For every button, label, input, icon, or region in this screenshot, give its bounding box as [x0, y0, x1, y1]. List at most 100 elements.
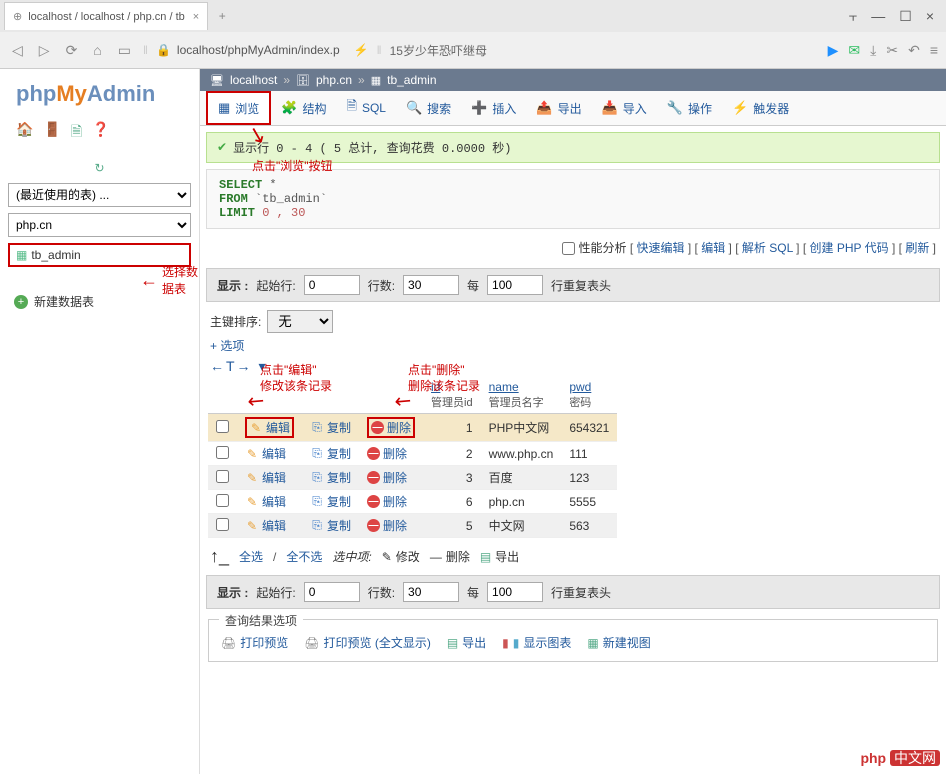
- print-view-full-link[interactable]: 🖨打印预览 (全文显示): [304, 634, 431, 651]
- recent-tables-select[interactable]: (最近使用的表) ...: [8, 183, 191, 207]
- bookmark-icon[interactable]: ▭: [114, 42, 135, 59]
- database-select[interactable]: php.cn: [8, 213, 191, 237]
- rows-label: 行数:: [368, 277, 395, 294]
- tab-close-icon[interactable]: ×: [193, 11, 199, 23]
- browser-tab[interactable]: ⊕ localhost / localhost / php.cn / tb ×: [4, 2, 208, 30]
- row-checkbox[interactable]: [216, 494, 229, 507]
- breadcrumb-database[interactable]: php.cn: [316, 73, 352, 87]
- copy-row-button[interactable]: ⎘复制: [310, 493, 351, 510]
- tab-导出[interactable]: 📤导出: [526, 91, 591, 125]
- start-row-input[interactable]: [304, 582, 360, 602]
- tab-插入[interactable]: ➕插入: [461, 91, 526, 125]
- news-ticker[interactable]: 15岁少年恐吓继母: [390, 42, 487, 59]
- link-解析 SQL[interactable]: 解析 SQL: [742, 241, 793, 255]
- breadcrumb-table[interactable]: tb_admin: [387, 73, 436, 87]
- flash-icon[interactable]: ⚡: [354, 43, 369, 57]
- tab-label: 触发器: [753, 100, 789, 117]
- delete-row-button[interactable]: — 删除: [367, 517, 407, 534]
- reload-icon[interactable]: ↻: [8, 157, 191, 183]
- copy-row-button[interactable]: ⎘复制: [310, 517, 351, 534]
- wechat-icon[interactable]: ✉: [848, 42, 860, 59]
- menu-icon[interactable]: ≡: [930, 42, 938, 58]
- tab-icon: 📤: [536, 100, 552, 116]
- options-toggle[interactable]: + 选项: [210, 337, 936, 354]
- sort-select[interactable]: 无: [267, 310, 333, 333]
- copy-row-button[interactable]: ⎘复制: [310, 445, 351, 462]
- row-checkbox[interactable]: [216, 420, 229, 433]
- profiling-checkbox[interactable]: [562, 242, 575, 255]
- play-icon[interactable]: ▶: [828, 42, 839, 59]
- edit-row-button[interactable]: ✎编辑: [245, 517, 286, 534]
- link-刷新[interactable]: 刷新: [905, 241, 929, 255]
- with-selected-label: 选中项:: [332, 548, 371, 565]
- close-window-icon[interactable]: ×: [926, 8, 934, 25]
- delete-row-button[interactable]: — 删除: [367, 445, 407, 462]
- scissors-icon[interactable]: ✂: [886, 42, 898, 59]
- check-all-link[interactable]: 全选: [239, 548, 263, 565]
- rows-input[interactable]: [403, 275, 459, 295]
- phpmyadmin-logo[interactable]: phpMyAdmin: [8, 77, 191, 117]
- row-checkbox[interactable]: [216, 446, 229, 459]
- uncheck-all-link[interactable]: 全不选: [286, 548, 322, 565]
- url-box[interactable]: 🔒 localhost/phpMyAdmin/index.p: [156, 43, 340, 57]
- query-window-icon[interactable]: 🗎: [71, 121, 82, 145]
- tab-搜索[interactable]: 🔍搜索: [396, 91, 461, 125]
- tab-SQL[interactable]: 🗎SQL: [337, 91, 396, 125]
- logout-icon[interactable]: 🚪: [43, 121, 60, 145]
- pin-icon[interactable]: ⫟: [849, 8, 857, 25]
- home-icon[interactable]: 🏠: [16, 121, 33, 145]
- table-icon: ▦: [371, 74, 381, 87]
- copy-row-button[interactable]: ⎘复制: [310, 469, 351, 486]
- download-icon[interactable]: ⤓: [870, 42, 876, 59]
- cell-pwd: 5555: [561, 490, 617, 514]
- tab-导入[interactable]: 📥导入: [592, 91, 657, 125]
- edit-row-button[interactable]: ✎编辑: [245, 493, 286, 510]
- row-checkbox[interactable]: [216, 470, 229, 483]
- edit-row-button[interactable]: ✎编辑: [245, 469, 286, 486]
- link-创建 PHP 代码[interactable]: 创建 PHP 代码: [809, 241, 888, 255]
- column-header-pwd[interactable]: pwd密码: [561, 377, 617, 414]
- link-快速编辑[interactable]: 快速编辑: [636, 241, 684, 255]
- repeat-headers-input[interactable]: [487, 582, 543, 602]
- sidebar-quick-icons: 🏠 🚪 🗎 ❓: [8, 117, 191, 157]
- minimize-icon[interactable]: —: [871, 8, 885, 25]
- tab-操作[interactable]: 🔧操作: [657, 91, 722, 125]
- column-header-name[interactable]: name管理员名字: [481, 377, 562, 414]
- display-chart-link[interactable]: ▮▮显示图表: [502, 634, 571, 651]
- link-编辑[interactable]: 编辑: [701, 241, 725, 255]
- delete-row-button[interactable]: — 删除: [367, 493, 407, 510]
- edit-row-button[interactable]: ✎编辑: [245, 417, 294, 438]
- copy-row-button[interactable]: ⎘复制: [310, 419, 351, 436]
- row-checkbox[interactable]: [216, 518, 229, 531]
- tab-结构[interactable]: 🧩结构: [271, 91, 336, 125]
- sort-row: 主键排序: 无: [210, 310, 936, 333]
- bulk-delete-button[interactable]: —删除: [430, 548, 470, 565]
- create-view-link[interactable]: ▦新建视图: [587, 634, 650, 651]
- refresh-icon[interactable]: ⟳: [62, 42, 82, 59]
- home-icon[interactable]: ⌂: [89, 42, 105, 58]
- delete-row-button[interactable]: — 删除: [367, 417, 415, 438]
- check-icon: ✔: [217, 140, 227, 155]
- tab-label: 操作: [688, 100, 712, 117]
- bulk-export-button[interactable]: ▤导出: [480, 548, 519, 565]
- undo-icon[interactable]: ↶: [908, 42, 920, 59]
- docs-icon[interactable]: ❓: [92, 121, 109, 145]
- repeat-headers-input[interactable]: [487, 275, 543, 295]
- bulk-edit-button[interactable]: ✎修改: [382, 548, 420, 565]
- rows-input[interactable]: [403, 582, 459, 602]
- tab-浏览[interactable]: ▦浏览: [206, 91, 271, 125]
- export-link[interactable]: ▤导出: [447, 634, 486, 651]
- new-tab-button[interactable]: +: [208, 9, 236, 23]
- sql-limit-nums: 0 , 30: [262, 206, 305, 220]
- back-icon[interactable]: ◁: [8, 42, 27, 59]
- cell-id: 1: [423, 414, 481, 442]
- forward-icon[interactable]: ▷: [35, 42, 54, 59]
- breadcrumb-server[interactable]: localhost: [230, 73, 277, 87]
- tab-触发器[interactable]: ⚡触发器: [722, 91, 799, 125]
- display-options-bar-bottom: 显示 : 起始行: 行数: 每 行重复表头: [206, 575, 940, 609]
- print-view-link[interactable]: 🖨打印预览: [221, 634, 288, 651]
- edit-row-button[interactable]: ✎编辑: [245, 445, 286, 462]
- delete-row-button[interactable]: — 删除: [367, 469, 407, 486]
- maximize-icon[interactable]: ☐: [899, 8, 912, 25]
- start-row-input[interactable]: [304, 275, 360, 295]
